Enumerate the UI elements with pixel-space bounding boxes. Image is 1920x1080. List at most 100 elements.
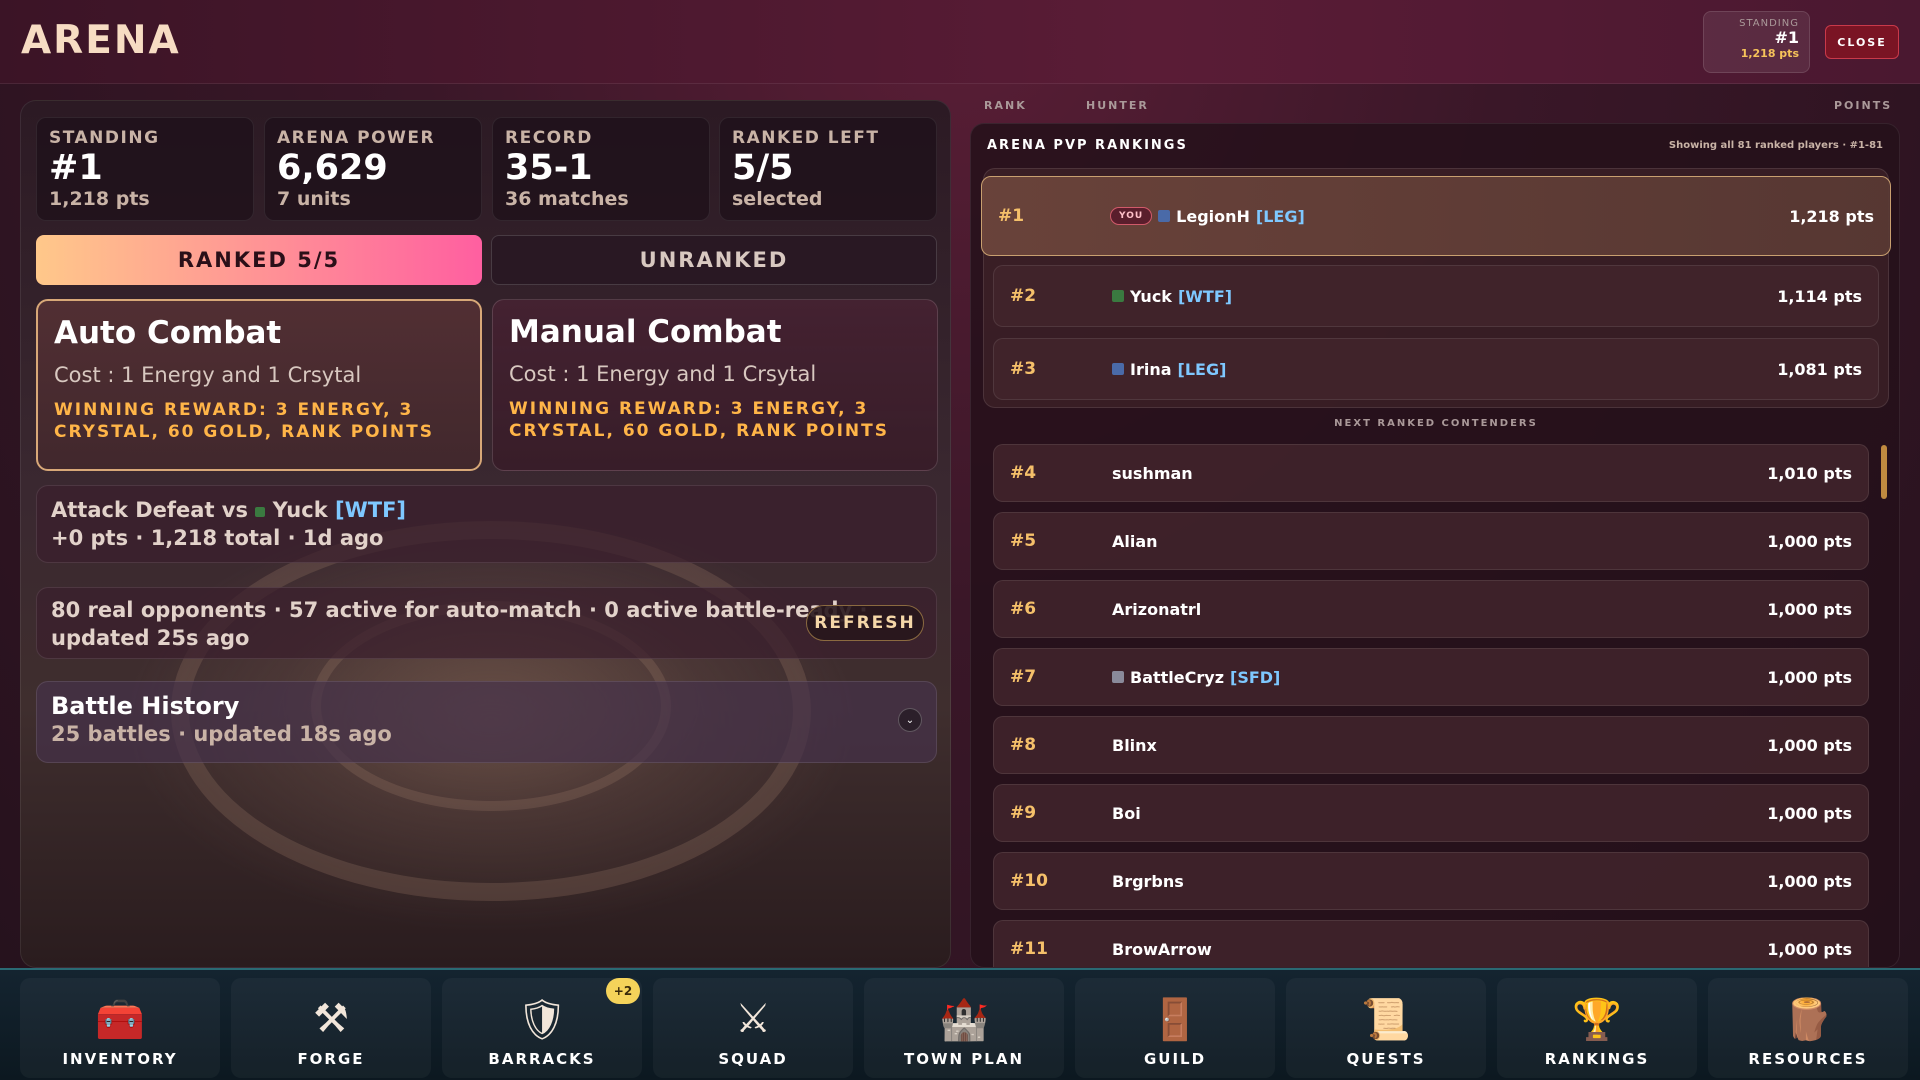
auto-combat-card[interactable]: Auto Combat Cost : 1 Energy and 1 Crsyta… bbox=[36, 299, 482, 471]
hunter-name: Irina [LEG] bbox=[1112, 360, 1226, 379]
mode-cost: Cost : 1 Energy and 1 Crsytal bbox=[509, 362, 817, 386]
hunter-name-text: Alian bbox=[1112, 531, 1158, 551]
ranking-row[interactable]: #8 Blinx 1,000 pts bbox=[993, 716, 1869, 774]
guild-tag: [WTF] bbox=[1177, 286, 1233, 306]
stat-record: RECORD 35-1 36 matches bbox=[492, 117, 710, 221]
nav-guild[interactable]: 🚪 GUILD bbox=[1075, 978, 1275, 1078]
hunter-name: Boi bbox=[1112, 804, 1141, 823]
hunter-name-text: Irina bbox=[1130, 359, 1172, 379]
rank-points: 1,114 pts bbox=[1777, 286, 1862, 306]
bottom-nav: 🧰 INVENTORY ⚒ FORGE 🛡 BARRACKS +2 ⚔ SQUA… bbox=[0, 968, 1920, 1080]
rankings-scrollbar[interactable] bbox=[1881, 445, 1887, 499]
column-points: POINTS bbox=[1834, 99, 1893, 112]
barracks-badge: +2 bbox=[606, 978, 640, 1004]
stat-sub: selected bbox=[732, 188, 823, 210]
nav-rankings[interactable]: 🏆 RANKINGS bbox=[1497, 978, 1697, 1078]
stat-label: ARENA POWER bbox=[277, 128, 436, 148]
nav-label: QUESTS bbox=[1346, 1050, 1426, 1068]
tab-unranked[interactable]: UNRANKED bbox=[491, 235, 937, 285]
hunter-name: YOU LegionH [LEG] bbox=[1110, 207, 1305, 226]
stat-sub: 7 units bbox=[277, 188, 351, 210]
guild-emblem-icon bbox=[1112, 671, 1124, 683]
ranking-row[interactable]: #11 BrowArrow 1,000 pts bbox=[993, 920, 1869, 967]
hunter-name-text: Boi bbox=[1112, 803, 1141, 823]
nav-label: RANKINGS bbox=[1544, 1050, 1650, 1068]
hunter-name: Yuck [WTF] bbox=[1112, 287, 1232, 306]
guild-tag: [LEG] bbox=[1177, 359, 1227, 379]
hunter-name: sushman bbox=[1112, 464, 1193, 483]
guild-emblem-icon bbox=[1112, 363, 1124, 375]
close-button[interactable]: CLOSE bbox=[1825, 25, 1899, 59]
rank-number: #6 bbox=[1010, 599, 1037, 619]
standing-badge-value: #1 bbox=[1774, 28, 1799, 47]
ranking-row[interactable]: #5 Alian 1,000 pts bbox=[993, 512, 1869, 570]
tab-ranked[interactable]: RANKED 5/5 bbox=[36, 235, 482, 285]
arena-panel: STANDING #1 1,218 pts ARENA POWER 6,629 … bbox=[20, 100, 951, 968]
ranking-row[interactable]: #10 Brgrbns 1,000 pts bbox=[993, 852, 1869, 910]
rank-points: 1,218 pts bbox=[1789, 206, 1874, 226]
column-rank: RANK bbox=[984, 99, 1027, 112]
ranking-row[interactable]: #4 sushman 1,010 pts bbox=[993, 444, 1869, 502]
hunter-name: BrowArrow bbox=[1112, 940, 1212, 959]
opponents-card: 80 real opponents · 57 active for auto-m… bbox=[36, 587, 937, 659]
rankings-showing: Showing all 81 ranked players · #1-81 bbox=[1668, 140, 1883, 151]
rank-points: 1,000 pts bbox=[1767, 667, 1852, 687]
nav-label: SQUAD bbox=[718, 1050, 788, 1068]
trophy-icon: 🏆 bbox=[1572, 996, 1622, 1043]
guild-emblem-icon bbox=[1158, 210, 1171, 222]
rank-number: #7 bbox=[1010, 667, 1037, 687]
nav-quests[interactable]: 📜 QUESTS bbox=[1286, 978, 1486, 1078]
stat-value: 6,629 bbox=[277, 148, 388, 188]
nav-resources[interactable]: 🪵 RESOURCES bbox=[1708, 978, 1908, 1078]
nav-town-plan[interactable]: 🏰 TOWN PLAN bbox=[864, 978, 1064, 1078]
hunter-name: Blinx bbox=[1112, 736, 1157, 755]
nav-label: INVENTORY bbox=[62, 1050, 178, 1068]
stat-arena-power: ARENA POWER 6,629 7 units bbox=[264, 117, 482, 221]
ranking-row[interactable]: #9 Boi 1,000 pts bbox=[993, 784, 1869, 842]
last-battle-card: Attack Defeat vs Yuck [WTF] +0 pts · 1,2… bbox=[36, 485, 937, 563]
nav-label: FORGE bbox=[297, 1050, 365, 1068]
manual-combat-card[interactable]: Manual Combat Cost : 1 Energy and 1 Crsy… bbox=[492, 299, 938, 471]
rank-number: #8 bbox=[1010, 735, 1037, 755]
rank-points: 1,081 pts bbox=[1777, 359, 1862, 379]
opponent-name[interactable]: Yuck bbox=[273, 498, 328, 522]
hunter-name-text: BattleCryz bbox=[1130, 667, 1224, 687]
chevron-down-icon[interactable]: ⌄ bbox=[898, 708, 922, 732]
refresh-button[interactable]: REFRESH bbox=[806, 605, 924, 641]
rankings-title: ARENA PVP RANKINGS bbox=[987, 138, 1188, 153]
stat-value: 5/5 bbox=[732, 148, 794, 188]
treasure-chest-icon: 🧰 bbox=[95, 996, 145, 1043]
hunter-name-text: Brgrbns bbox=[1112, 871, 1184, 891]
hunter-name-text: LegionH bbox=[1176, 206, 1250, 226]
ranking-row-you[interactable]: #1 YOU LegionH [LEG] 1,218 pts bbox=[981, 176, 1891, 256]
rank-points: 1,000 pts bbox=[1767, 871, 1852, 891]
crossed-swords-icon: ⚔ bbox=[735, 996, 771, 1042]
ranking-row[interactable]: #6 Arizonatrl 1,000 pts bbox=[993, 580, 1869, 638]
nav-label: RESOURCES bbox=[1748, 1050, 1868, 1068]
hunter-name-text: Blinx bbox=[1112, 735, 1157, 755]
rank-points: 1,000 pts bbox=[1767, 939, 1852, 959]
rank-points: 1,000 pts bbox=[1767, 599, 1852, 619]
nav-squad[interactable]: ⚔ SQUAD bbox=[653, 978, 853, 1078]
hunter-name: Arizonatrl bbox=[1112, 600, 1201, 619]
rank-points: 1,000 pts bbox=[1767, 531, 1852, 551]
battle-history-title: Battle History bbox=[51, 692, 240, 720]
nav-inventory[interactable]: 🧰 INVENTORY bbox=[20, 978, 220, 1078]
stat-label: RANKED LEFT bbox=[732, 128, 880, 148]
battle-history-sub: 25 battles · updated 18s ago bbox=[51, 722, 392, 746]
stat-value: 35-1 bbox=[505, 148, 593, 188]
battle-history-card[interactable]: Battle History 25 battles · updated 18s … bbox=[36, 681, 937, 763]
nav-forge[interactable]: ⚒ FORGE bbox=[231, 978, 431, 1078]
ranking-row[interactable]: #7 BattleCryz [SFD] 1,000 pts bbox=[993, 648, 1869, 706]
stat-standing: STANDING #1 1,218 pts bbox=[36, 117, 254, 221]
ranking-row[interactable]: #2 Yuck [WTF] 1,114 pts bbox=[993, 265, 1879, 327]
you-badge: YOU bbox=[1110, 207, 1153, 225]
rank-number: #4 bbox=[1010, 463, 1037, 483]
stat-ranked-left: RANKED LEFT 5/5 selected bbox=[719, 117, 937, 221]
rank-number: #5 bbox=[1010, 531, 1037, 551]
guild-tag: [SFD] bbox=[1230, 667, 1281, 687]
last-battle-line: Attack Defeat vs Yuck [WTF] bbox=[51, 496, 922, 524]
guild-door-icon: 🚪 bbox=[1150, 996, 1200, 1043]
rankings-panel: ARENA PVP RANKINGS Showing all 81 ranked… bbox=[970, 123, 1900, 968]
ranking-row[interactable]: #3 Irina [LEG] 1,081 pts bbox=[993, 338, 1879, 400]
